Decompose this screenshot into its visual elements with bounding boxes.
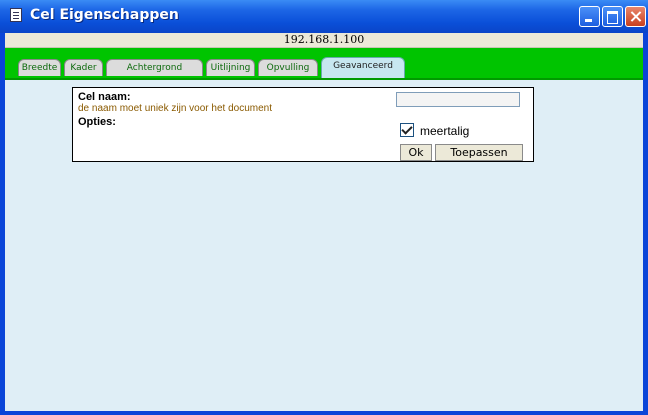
window-frame-bottom (0, 411, 648, 415)
window-title: Cel Eigenschappen (30, 7, 179, 23)
tab-geavanceerd[interactable]: Geavanceerd (321, 57, 405, 78)
tab-content: Cel naam: de naam moet uniek zijn voor h… (5, 80, 643, 411)
tab-breedte[interactable]: Breedte (18, 59, 61, 76)
maximize-icon[interactable] (602, 6, 623, 27)
apply-button[interactable]: Toepassen (435, 144, 523, 161)
tab-strip: Breedte Kader Achtergrond Uitlijning Opv… (5, 48, 643, 80)
dialog-window: Cel Eigenschappen 192.168.1.100 Breedte … (0, 0, 648, 415)
multilingual-checkbox[interactable] (400, 123, 414, 137)
tab-uitlijning[interactable]: Uitlijning (206, 59, 255, 76)
cell-name-input[interactable] (396, 92, 520, 107)
dialog-body: 192.168.1.100 Breedte Kader Achtergrond … (5, 33, 643, 411)
cell-name-label: Cel naam: (78, 91, 131, 103)
ok-button[interactable]: Ok (400, 144, 432, 161)
tab-opvulling[interactable]: Opvulling (258, 59, 318, 76)
minimize-icon[interactable] (579, 6, 600, 27)
tab-kader[interactable]: Kader (64, 59, 103, 76)
cell-name-hint: de naam moet uniek zijn voor het documen… (78, 103, 272, 114)
title-bar[interactable]: Cel Eigenschappen (0, 0, 648, 33)
address-bar: 192.168.1.100 (5, 33, 643, 48)
tab-achtergrond[interactable]: Achtergrond (106, 59, 203, 76)
close-icon[interactable] (625, 6, 646, 27)
multilingual-label[interactable]: meertalig (420, 124, 469, 138)
options-label: Opties: (78, 116, 116, 128)
advanced-options-panel: Cel naam: de naam moet uniek zijn voor h… (72, 87, 534, 162)
document-icon (10, 8, 22, 22)
